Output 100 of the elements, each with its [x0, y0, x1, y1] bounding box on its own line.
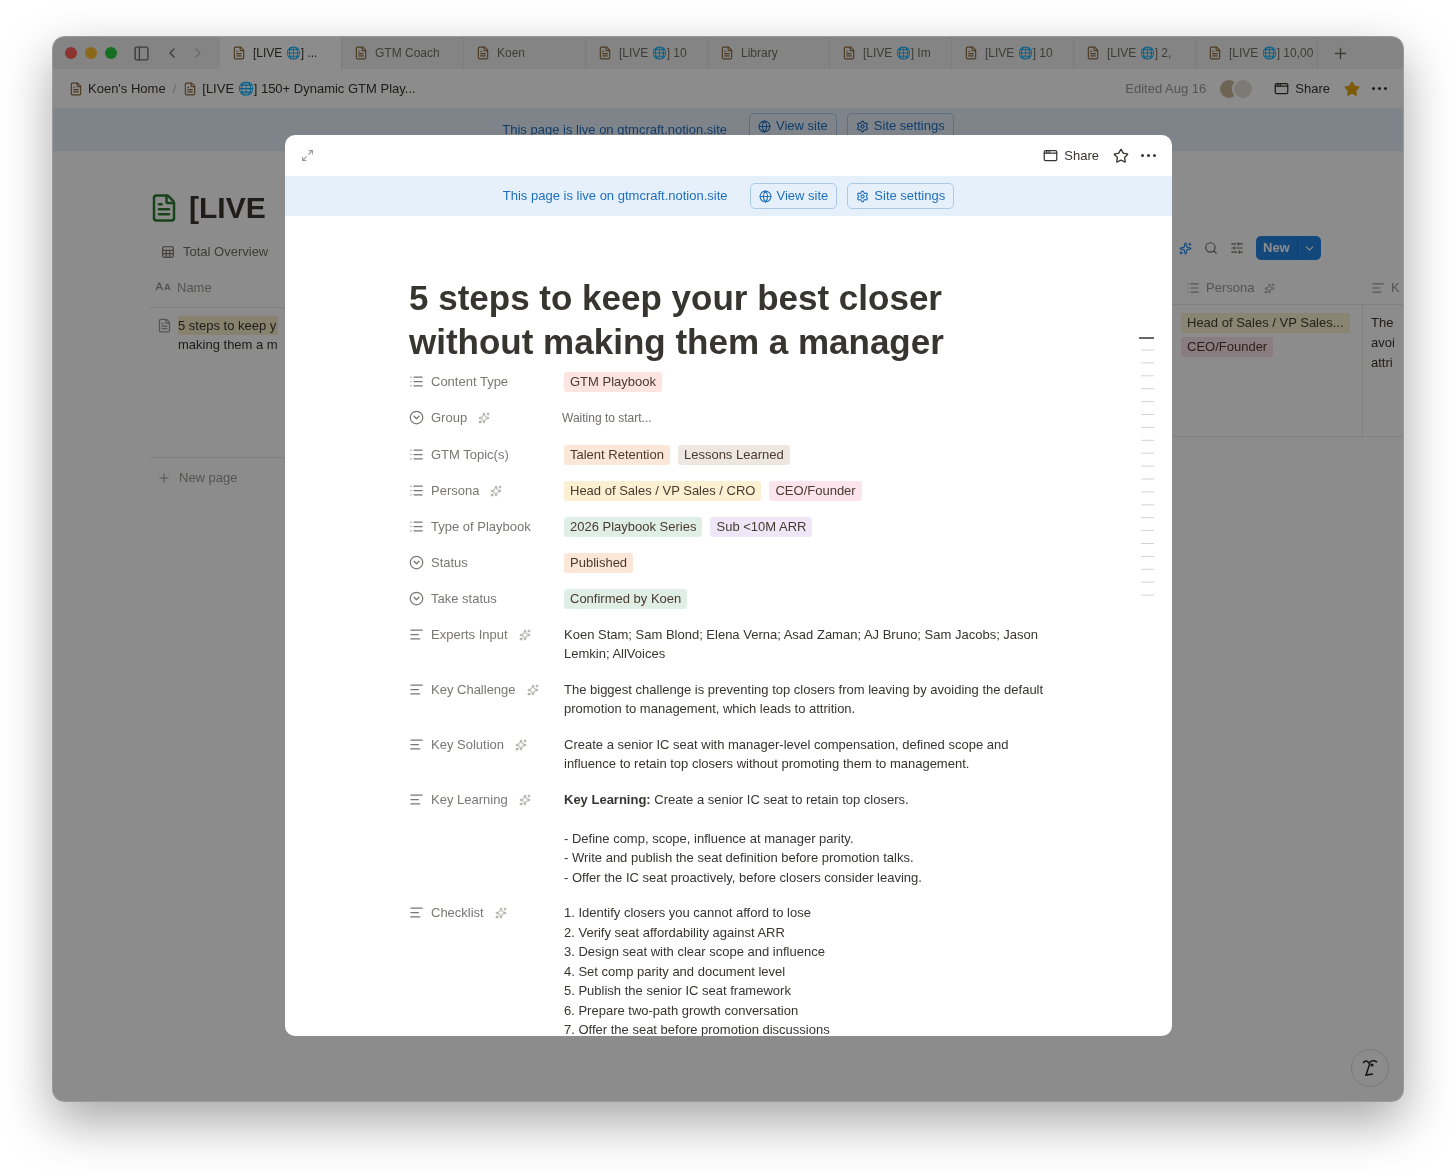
new-button[interactable]: New — [1256, 236, 1321, 260]
globe-icon — [758, 119, 772, 133]
cell-text-line: avoi — [1371, 334, 1395, 352]
property-text: Koen Stam; Sam Blond; Elena Verna; Asad Zaman; AJ Bruno; Sam Jacobs; Jason Lemkin; AllVoices — [564, 625, 1040, 663]
live-site-text: This page is live on gtmcraft.notion.site — [502, 187, 728, 206]
favorite-star-icon[interactable] — [1113, 147, 1129, 164]
property-tag: GTM Playbook — [564, 372, 662, 392]
row-title-text[interactable]: making them a m — [178, 335, 278, 354]
list-icon — [409, 446, 424, 462]
more-icon[interactable] — [1141, 154, 1156, 157]
property-label[interactable]: Status — [431, 554, 468, 571]
property-label[interactable]: Experts Input — [431, 626, 508, 643]
doodle-icon — [1361, 1058, 1379, 1078]
share-button[interactable]: Share — [1043, 145, 1099, 166]
property-label[interactable]: Take status — [431, 590, 497, 607]
browser-tab[interactable]: [LIVE 🌐] 10 — [586, 37, 708, 69]
text-lines-icon — [409, 905, 424, 920]
browser-tab[interactable]: [LIVE 🌐] 10,00 — [1196, 37, 1318, 69]
sidebar-toggle-icon — [133, 44, 150, 62]
page-icon — [1086, 46, 1100, 60]
checklist-item: 4. Set comp parity and document level — [564, 962, 787, 981]
sparkle-icon — [494, 907, 507, 919]
site-settings-button[interactable]: Site settings — [847, 183, 955, 209]
window-icon — [1043, 148, 1059, 163]
page-title: [LIVE — [189, 190, 266, 226]
property-label[interactable]: GTM Topic(s) — [431, 446, 509, 463]
browser-tab[interactable]: [LIVE 🌐] ... — [220, 37, 342, 69]
property-label[interactable]: Type of Playbook — [431, 518, 531, 535]
column-header: Persona — [1206, 279, 1255, 298]
globe-icon — [758, 189, 772, 203]
list-icon — [409, 518, 424, 534]
persona-tag: CEO/Founder — [1181, 337, 1274, 357]
browser-tab[interactable]: [LIVE 🌐] 10 — [952, 37, 1074, 69]
share-button[interactable]: Share — [1274, 78, 1330, 99]
browser-tab[interactable]: Koen — [464, 37, 586, 69]
property-label[interactable]: Checklist — [431, 905, 484, 921]
property-tag: 2026 Playbook Series — [564, 516, 703, 537]
property-tag: Talent Retention — [564, 444, 670, 465]
list-icon — [409, 482, 424, 498]
window-icon — [1274, 81, 1290, 96]
sparkle-icon — [478, 412, 491, 424]
text-lines-icon — [409, 626, 424, 642]
breadcrumb-link[interactable]: [LIVE 🌐] 150+ Dynamic GTM Play... — [202, 78, 416, 99]
page-title: 5 steps to keep your best closer without making them a manager — [409, 277, 945, 363]
sparkle-icon — [1179, 241, 1192, 255]
view-tab[interactable]: Total Overview — [183, 242, 269, 262]
property-tag: Confirmed by Koen — [564, 588, 688, 609]
assistant-button[interactable] — [1351, 1049, 1389, 1087]
page-icon — [720, 46, 734, 60]
property-tag: Lessons Learned — [677, 444, 790, 465]
gear-icon — [855, 119, 869, 133]
text-lines-icon — [409, 736, 424, 752]
browser-tab[interactable]: [LIVE 🌐] Im — [830, 37, 952, 69]
sparkle-icon — [490, 484, 503, 497]
property-label[interactable]: Key Challenge — [431, 681, 516, 698]
page-icon — [69, 81, 83, 96]
persona-tag: Head of Sales / VP Sales... — [1181, 313, 1350, 333]
property-tag: Sub <10M ARR — [710, 516, 813, 537]
property-label[interactable]: Key Learning — [431, 791, 508, 808]
more-icon[interactable] — [1372, 87, 1387, 90]
breadcrumb-link[interactable]: Koen's Home — [88, 78, 166, 99]
page-icon — [964, 46, 978, 60]
property-tag: CEO/Founder — [769, 480, 862, 501]
property-tag: Head of Sales / VP Sales / CRO — [564, 480, 762, 501]
checklist-item: 2. Verify seat affordability against ARR — [564, 923, 786, 942]
row-title-text[interactable]: 5 steps to keep y — [178, 316, 278, 335]
property-text-line: - Define comp, scope, influence at manager parity. — [564, 829, 855, 848]
checklist-item: 3. Design seat with clear scope and influence — [564, 943, 826, 961]
edited-date: Edited Aug 16 — [1125, 79, 1207, 98]
list-icon — [1186, 281, 1200, 295]
checklist-item: 7. Offer the seat before promotion discussions — [564, 1021, 830, 1036]
list-icon — [409, 374, 424, 389]
property-label[interactable]: Group — [431, 410, 468, 426]
gear-icon — [856, 189, 870, 203]
pending-text: Waiting to start... — [562, 411, 652, 425]
cell-text-line: attri — [1371, 354, 1394, 372]
table-icon — [161, 244, 175, 259]
property-text: Key Learning: Create a senior IC seat to retain top closers. — [564, 790, 910, 809]
property-label[interactable]: Content Type — [431, 374, 509, 390]
page-icon — [1208, 46, 1222, 60]
property-text: The biggest challenge is preventing top closers from leaving by avoiding the default promotion to management, which leads to attrition. — [564, 680, 1044, 718]
plus-icon — [157, 470, 171, 485]
browser-tab[interactable]: GTM Coach — [342, 37, 464, 69]
page-icon — [476, 46, 490, 60]
property-text-line: - Write and publish the seat definition before promotion talks. — [564, 849, 915, 867]
property-tag: Published — [564, 552, 634, 573]
text-lines-icon — [409, 791, 424, 807]
property-text: Create a senior IC seat with manager-level compensation, defined scope and influence to retain top closers without promoting them to management. — [564, 735, 1010, 773]
browser-tab[interactable]: Library — [708, 37, 830, 69]
browser-tab[interactable]: [LIVE 🌐] 2, — [1074, 37, 1196, 69]
favorite-star-icon[interactable] — [1344, 80, 1360, 97]
property-label[interactable]: Persona — [431, 482, 480, 499]
checklist-item: 5. Publish the senior IC seat framework — [564, 982, 792, 1000]
property-label[interactable]: Key Solution — [431, 736, 504, 753]
text-lines-icon — [409, 681, 424, 697]
sparkle-icon — [1264, 282, 1276, 294]
view-site-button[interactable]: View site — [749, 183, 838, 209]
page-icon — [232, 46, 246, 60]
sliders-icon — [1230, 241, 1244, 255]
column-header: Name — [177, 278, 212, 297]
